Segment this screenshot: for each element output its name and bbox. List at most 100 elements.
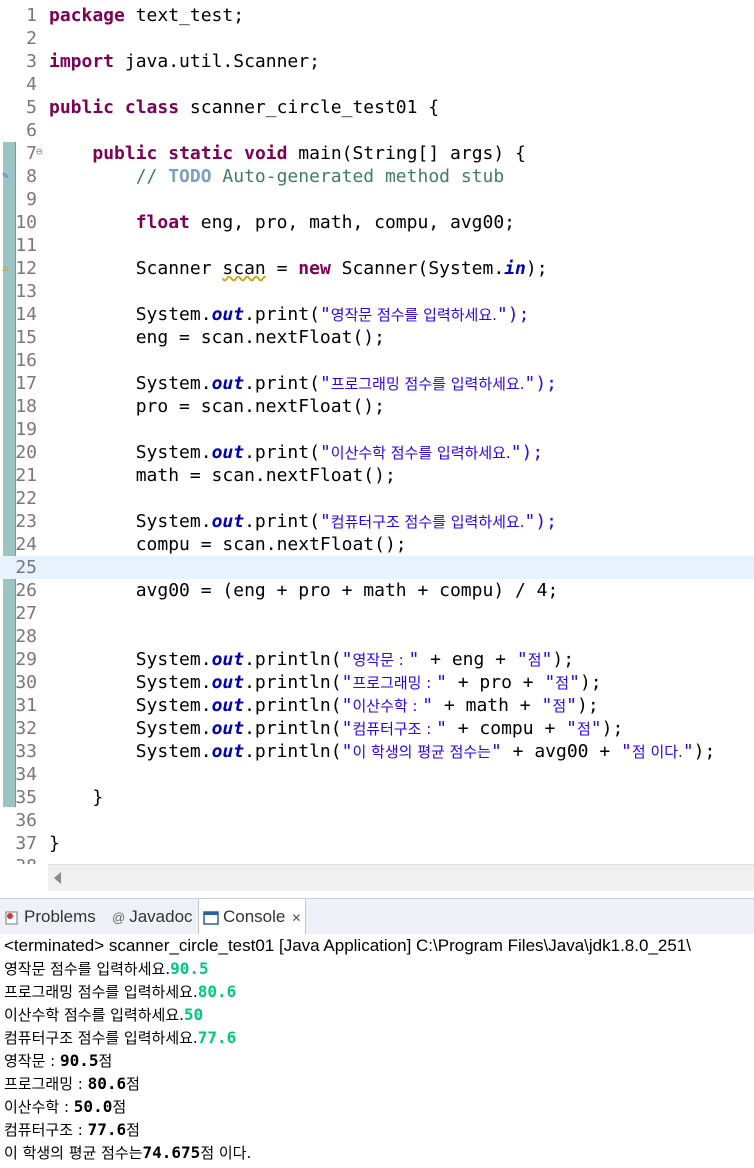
comment: // xyxy=(135,166,169,187)
console-line: 이산수학 : 50.0점 xyxy=(4,1097,127,1116)
static-field: in xyxy=(504,258,526,279)
code-line: 21 math = scan.nextFloat(); xyxy=(0,464,754,487)
keyword: public xyxy=(49,97,115,118)
code-text: .print( xyxy=(244,373,320,394)
user-input: 50 xyxy=(183,1005,204,1024)
console-line: 영작문 : 90.5점 xyxy=(4,1051,113,1070)
code-line: 19 xyxy=(0,418,754,441)
static-field: out xyxy=(211,511,245,532)
code-text: .println( xyxy=(244,718,342,739)
code-text: math = scan.nextFloat(); xyxy=(135,465,396,486)
line-number: 1 xyxy=(26,5,37,26)
keyword: import xyxy=(49,51,115,72)
code-text: eng, pro, math, compu, avg00; xyxy=(189,212,515,233)
code-text: .print( xyxy=(244,442,320,463)
line-number: 6 xyxy=(26,120,37,141)
string-literal: "컴퓨터구조 : " xyxy=(341,718,447,739)
string-literal: "프로그래밍 : " xyxy=(341,672,447,693)
code-text: ); xyxy=(601,718,624,739)
string-literal: "점" xyxy=(544,672,580,693)
tab-console[interactable]: Console ✕ xyxy=(198,899,307,935)
code-text: .println( xyxy=(244,695,342,716)
code-line: 28 xyxy=(0,625,754,648)
code-line: 34 xyxy=(0,763,754,786)
line-number: 28 xyxy=(15,626,37,647)
keyword: float xyxy=(135,212,190,233)
code-text: System. xyxy=(135,511,212,532)
code-line: 10 float eng, pro, math, compu, avg00; xyxy=(0,211,754,234)
code-text: System. xyxy=(135,695,212,716)
console-line: 이산수학 점수를 입력하세요.50 xyxy=(4,1005,204,1024)
warning-variable[interactable]: scan xyxy=(222,258,265,279)
code-line: 27 xyxy=(0,602,754,625)
keyword: void xyxy=(244,143,288,164)
code-text: pro = scan.nextFloat(); xyxy=(135,396,385,417)
user-input: 90.5 xyxy=(170,959,209,978)
tab-label: Console xyxy=(223,907,286,926)
line-number: 38 xyxy=(0,855,37,864)
string-literal: "점 이다." xyxy=(621,741,694,762)
code-line: 23 System.out.print("컴퓨터구조 점수를 입력하세요."); xyxy=(0,510,754,533)
code-text: + avg00 + xyxy=(501,741,622,762)
keyword: new xyxy=(298,258,331,279)
line-number: 8 xyxy=(26,166,37,187)
tab-label: Javadoc xyxy=(129,907,193,926)
line-number: 9 xyxy=(26,189,37,210)
code-text: System. xyxy=(135,442,212,463)
close-icon[interactable]: ✕ xyxy=(291,911,301,925)
code-line: 7 public static void main(String[] args)… xyxy=(0,142,754,165)
code-line: 32 System.out.println("컴퓨터구조 : " + compu… xyxy=(0,717,754,740)
code-text: System. xyxy=(135,672,212,693)
code-line: 22 xyxy=(0,487,754,510)
code-text: Scanner xyxy=(135,258,223,279)
scroll-left-icon[interactable] xyxy=(54,872,61,884)
static-field: out xyxy=(211,718,245,739)
code-text: ); xyxy=(579,672,602,693)
code-line: 26 avg00 = (eng + pro + math + compu) / … xyxy=(0,579,754,602)
code-line: 4 xyxy=(0,73,754,96)
code-text: System. xyxy=(135,304,212,325)
code-text: + math + xyxy=(433,695,542,716)
code-line: 11 xyxy=(0,234,754,257)
code-text: .println( xyxy=(244,649,342,670)
tab-label: Problems xyxy=(24,907,96,926)
code-text: } xyxy=(92,787,104,808)
code-line: 5 public class scanner_circle_test01 { xyxy=(0,96,754,119)
console-line: 이 학생의 평균 점수는74.675점 이다. xyxy=(4,1143,252,1162)
keyword: public xyxy=(92,143,158,164)
code-line: 9 xyxy=(0,188,754,211)
string-literal: "이 학생의 평균 점수는" xyxy=(341,741,502,762)
code-text: System. xyxy=(135,741,212,762)
static-field: out xyxy=(211,672,245,693)
string-literal: "컴퓨터구조 점수를 입력하세요."); xyxy=(319,511,558,532)
tab-problems[interactable]: Problems xyxy=(4,899,96,935)
static-field: out xyxy=(211,304,245,325)
code-line: 37 } xyxy=(0,832,754,855)
horizontal-scrollbar[interactable] xyxy=(48,864,754,891)
code-text: .print( xyxy=(244,304,320,325)
code-text: + compu + xyxy=(446,718,567,739)
line-number: 26 xyxy=(15,580,37,601)
line-number: 27 xyxy=(15,603,37,624)
code-text: java.util.Scanner; xyxy=(114,51,320,72)
line-number: 23 xyxy=(15,511,37,532)
code-line: 38 xyxy=(0,855,754,864)
tab-javadoc[interactable]: @ Javadoc xyxy=(112,899,193,935)
line-number: 25 xyxy=(15,557,37,578)
console-icon xyxy=(203,910,219,925)
code-text: System. xyxy=(135,649,212,670)
user-input: 77.6 xyxy=(197,1028,237,1047)
line-number: 4 xyxy=(26,74,37,95)
code-text: compu = scan.nextFloat(); xyxy=(135,534,407,555)
code-editor[interactable]: ⊖ ✎ ⚠ 1 package text_test; 2 3 import ja… xyxy=(0,0,754,864)
current-line[interactable]: 25 xyxy=(0,556,754,579)
console-output[interactable]: <terminated> scanner_circle_test01 [Java… xyxy=(0,934,754,1168)
line-number: 3 xyxy=(26,51,37,72)
code-line: 24 compu = scan.nextFloat(); xyxy=(0,533,754,556)
line-number: 16 xyxy=(15,350,37,371)
line-number: 12 xyxy=(15,258,37,279)
line-number: 37 xyxy=(15,833,37,854)
code-text: .println( xyxy=(244,672,342,693)
javadoc-icon: @ xyxy=(112,909,126,925)
line-number: 33 xyxy=(15,741,37,762)
